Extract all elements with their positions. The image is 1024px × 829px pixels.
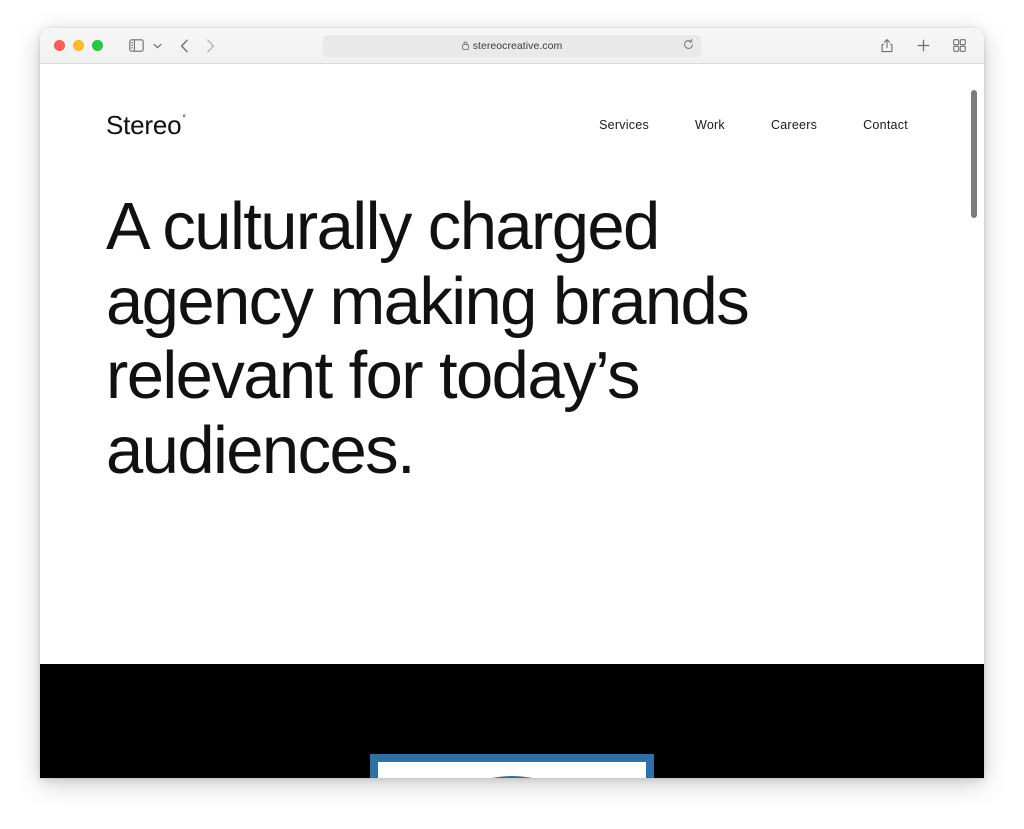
page-scrollbar-thumb[interactable] bbox=[971, 90, 977, 218]
nav-link-services[interactable]: Services bbox=[599, 118, 649, 132]
nav-link-careers[interactable]: Careers bbox=[771, 118, 817, 132]
forward-icon[interactable] bbox=[197, 34, 223, 58]
url-display: stereocreative.com bbox=[461, 37, 563, 55]
page-viewport: Stereo° Services Work Careers Contact A … bbox=[40, 64, 984, 778]
logo-registered-mark: ° bbox=[182, 113, 186, 124]
browser-toolbar: stereocreative.com bbox=[40, 28, 984, 64]
hero-section: A culturally charged agency making brand… bbox=[40, 138, 984, 489]
minimize-window-button[interactable] bbox=[73, 40, 84, 51]
page-scrollbar[interactable] bbox=[969, 66, 979, 778]
photo-blue-circle bbox=[412, 776, 612, 778]
site-navigation: Services Work Careers Contact bbox=[599, 118, 918, 132]
lock-icon bbox=[461, 37, 469, 55]
back-icon[interactable] bbox=[171, 34, 197, 58]
window-controls bbox=[54, 40, 103, 51]
nav-link-contact[interactable]: Contact bbox=[863, 118, 908, 132]
toolbar-right-actions bbox=[874, 34, 972, 58]
feature-photo-frame bbox=[370, 754, 654, 778]
site-header: Stereo° Services Work Careers Contact bbox=[40, 64, 984, 138]
browser-window: stereocreative.com Stereo° Services Work… bbox=[40, 28, 984, 778]
tab-overview-icon[interactable] bbox=[946, 34, 972, 58]
sidebar-toggle-icon[interactable] bbox=[123, 34, 149, 58]
sidebar-controls bbox=[123, 34, 165, 58]
hero-heading: A culturally charged agency making brand… bbox=[106, 189, 750, 489]
feature-black-band bbox=[40, 664, 984, 778]
url-text: stereocreative.com bbox=[472, 39, 563, 52]
maximize-window-button[interactable] bbox=[92, 40, 103, 51]
address-bar[interactable]: stereocreative.com bbox=[323, 34, 701, 57]
new-tab-icon[interactable] bbox=[910, 34, 936, 58]
nav-link-work[interactable]: Work bbox=[695, 118, 725, 132]
close-window-button[interactable] bbox=[54, 40, 65, 51]
logo-text: Stereo bbox=[106, 110, 182, 140]
feature-photo bbox=[378, 762, 646, 778]
share-icon[interactable] bbox=[874, 34, 900, 58]
chevron-down-icon[interactable] bbox=[149, 34, 165, 58]
navigation-controls bbox=[171, 34, 223, 58]
site-logo[interactable]: Stereo° bbox=[106, 110, 186, 140]
reload-icon[interactable] bbox=[683, 37, 694, 55]
